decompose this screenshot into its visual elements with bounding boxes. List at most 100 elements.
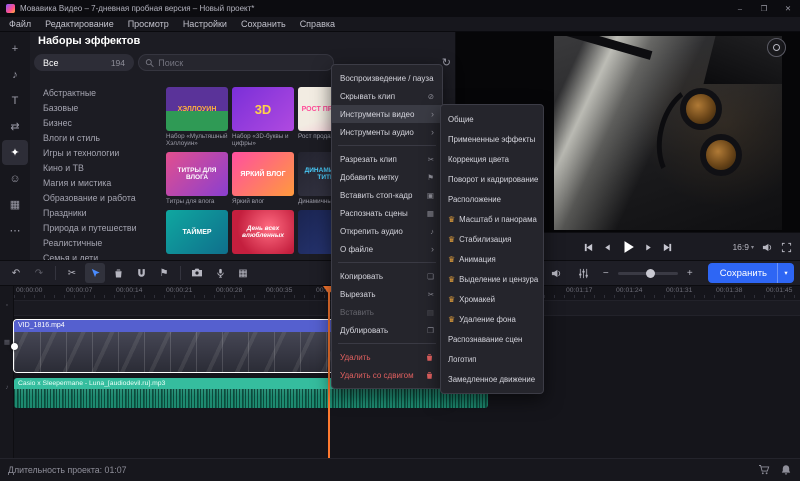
menu-item-delete-ripple[interactable]: Удалить со сдвигом: [332, 366, 442, 384]
sidebar-effects-icon[interactable]: ✦: [2, 140, 28, 165]
magnet-icon[interactable]: [131, 263, 151, 283]
sidebar-more-icon[interactable]: ⋯: [2, 218, 28, 243]
submenu-item-animation[interactable]: ♛Анимация: [441, 249, 543, 269]
trash-icon[interactable]: [108, 263, 128, 283]
category-item[interactable]: Бизнес: [34, 116, 136, 131]
timeline-zoom-slider[interactable]: [618, 272, 678, 275]
sidebar-music-icon[interactable]: ♪: [2, 62, 28, 87]
category-item[interactable]: Реалистичные: [34, 236, 136, 251]
undo-icon[interactable]: ↶: [6, 263, 26, 283]
search-input[interactable]: [158, 58, 327, 68]
prev-frame-button[interactable]: [603, 243, 612, 252]
menu-item-play-pause[interactable]: Воспроизведение / пауза: [332, 69, 442, 87]
menu-item-cut[interactable]: Вырезать✂: [332, 285, 442, 303]
menu-item-add-marker[interactable]: Добавить метку⚑: [332, 168, 442, 186]
category-item[interactable]: Кино и ТВ: [34, 161, 136, 176]
mute-tracks-icon[interactable]: [547, 263, 567, 283]
submenu-item-scene-detection[interactable]: Распознавание сцен: [441, 329, 543, 349]
effect-pack-cell[interactable]: ТАЙМЕР: [166, 210, 228, 256]
sidebar-titles-icon[interactable]: T: [2, 88, 28, 113]
bell-icon[interactable]: [780, 464, 792, 476]
effect-pack-cell[interactable]: День всех влюбленных: [232, 210, 294, 256]
category-all-pill[interactable]: Все 194: [34, 54, 134, 71]
sidebar-import-icon[interactable]: +: [2, 36, 28, 61]
category-item[interactable]: Абстрактные: [34, 86, 136, 101]
menu-item-video-tools[interactable]: Инструменты видео›: [332, 105, 442, 123]
menu-item-audio-tools[interactable]: Инструменты аудио›: [332, 123, 442, 141]
menu-item-file-info[interactable]: О файле›: [332, 240, 442, 258]
menu-item-paste[interactable]: Вставить▤: [332, 303, 442, 321]
submenu-item-stabilization[interactable]: ♛Стабилизация: [441, 229, 543, 249]
category-item[interactable]: Природа и путешествия: [34, 221, 136, 236]
next-frame-button[interactable]: [644, 243, 653, 252]
menu-save[interactable]: Сохранить: [234, 17, 293, 32]
cart-icon[interactable]: [758, 464, 770, 476]
menu-item-split-clip[interactable]: Разрезать клип✂: [332, 150, 442, 168]
submenu-item-rotate-crop[interactable]: Поворот и кадрирование: [441, 169, 543, 189]
minimize-button[interactable]: –: [728, 0, 752, 17]
pointer-tool-icon[interactable]: [85, 263, 105, 283]
category-item[interactable]: Образование и работа: [34, 191, 136, 206]
category-item[interactable]: Магия и мистика: [34, 176, 136, 191]
playhead-line[interactable]: [328, 286, 330, 458]
submenu-item-logo[interactable]: Логотип: [441, 349, 543, 369]
effect-pack-cell[interactable]: 3D Набор «3D-буквы и цифры»: [232, 87, 294, 147]
skip-start-button[interactable]: [583, 242, 594, 253]
menu-help[interactable]: Справка: [293, 17, 342, 32]
submenu-item-chroma-key[interactable]: ♛Хромакей: [441, 289, 543, 309]
zoom-in-button[interactable]: +: [685, 268, 695, 279]
marker-icon[interactable]: ⚑: [154, 263, 174, 283]
menu-item-detach-audio[interactable]: Открепить аудио♪: [332, 222, 442, 240]
aspect-ratio-select[interactable]: 16:9 ▾: [732, 242, 754, 252]
sidebar-overlays-icon[interactable]: ▦: [2, 192, 28, 217]
record-video-icon[interactable]: [187, 263, 207, 283]
refresh-icon[interactable]: ↻: [442, 54, 451, 71]
effect-pack-cell[interactable]: ХЭЛЛОУИН Набор «Мультяшный Хэллоуин»: [166, 87, 228, 147]
sidebar-transitions-icon[interactable]: ⇄: [2, 114, 28, 139]
clip-trim-handle-left[interactable]: [11, 343, 18, 350]
menu-settings[interactable]: Настройки: [176, 17, 234, 32]
submenu-item-background-removal[interactable]: ♛Удаление фона: [441, 309, 543, 329]
fullscreen-icon[interactable]: [781, 242, 792, 253]
menu-file[interactable]: Файл: [2, 17, 38, 32]
category-item[interactable]: Праздники: [34, 206, 136, 221]
category-item[interactable]: Игры и технологии: [34, 146, 136, 161]
redo-icon[interactable]: ↷: [29, 263, 49, 283]
menu-view[interactable]: Просмотр: [121, 17, 176, 32]
submenu-item-color-correction[interactable]: Коррекция цвета: [441, 149, 543, 169]
menu-item-detect-scenes[interactable]: Распознать сцены▦: [332, 204, 442, 222]
category-item[interactable]: Семья и дети: [34, 251, 136, 260]
clip-properties-icon[interactable]: ▦: [233, 263, 253, 283]
sidebar-stickers-icon[interactable]: ☺: [2, 166, 28, 191]
effect-pack-cell[interactable]: ТИТРЫ ДЛЯ ВЛОГА Титры для влога: [166, 152, 228, 205]
category-item[interactable]: Влоги и стиль: [34, 131, 136, 146]
close-button[interactable]: ✕: [776, 0, 800, 17]
audio-mixer-icon[interactable]: [574, 263, 594, 283]
effect-pack-cell[interactable]: ЯРКИЙ ВЛОГ Яркий влог: [232, 152, 294, 205]
zoom-out-button[interactable]: −: [601, 268, 611, 279]
save-dropdown-icon[interactable]: ▾: [778, 269, 794, 277]
submenu-item-slow-motion[interactable]: Замедленное движение: [441, 369, 543, 389]
menu-item-hide-clip[interactable]: Скрывать клип⊘: [332, 87, 442, 105]
split-icon[interactable]: ✂: [62, 263, 82, 283]
menu-item-delete[interactable]: Удалить: [332, 348, 442, 366]
save-button[interactable]: Сохранить ▾: [708, 263, 794, 283]
submenu-item-general[interactable]: Общие: [441, 109, 543, 129]
menu-item-duplicate[interactable]: Дублировать❐: [332, 321, 442, 339]
submenu-item-applied-effects[interactable]: Примененные эффекты: [441, 129, 543, 149]
category-item[interactable]: Базовые: [34, 101, 136, 116]
submenu-item-position[interactable]: Расположение: [441, 189, 543, 209]
submenu-item-pan-zoom[interactable]: ♛Масштаб и панорама: [441, 209, 543, 229]
record-audio-icon[interactable]: [210, 263, 230, 283]
preview-volume-icon[interactable]: [762, 242, 773, 253]
submenu-item-highlight-censor[interactable]: ♛Выделение и цензура: [441, 269, 543, 289]
maximize-button[interactable]: ❐: [752, 0, 776, 17]
snapshot-button[interactable]: [767, 38, 786, 57]
menu-edit[interactable]: Редактирование: [38, 17, 121, 32]
skip-end-button[interactable]: [662, 242, 673, 253]
search-box[interactable]: [138, 54, 334, 71]
zoom-slider-knob[interactable]: [646, 269, 655, 278]
play-button[interactable]: [621, 240, 635, 254]
menu-item-insert-freeze-frame[interactable]: Вставить стоп-кадр▣: [332, 186, 442, 204]
menu-item-copy[interactable]: Копировать❏: [332, 267, 442, 285]
